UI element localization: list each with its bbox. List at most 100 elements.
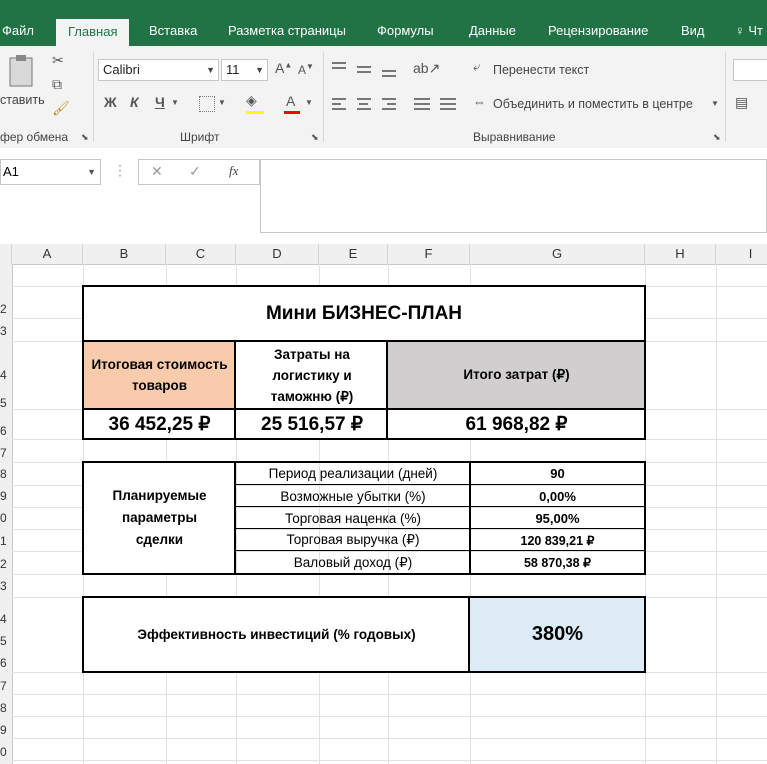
name-box-value: A1: [3, 164, 19, 179]
row-header[interactable]: 8: [0, 701, 12, 715]
alignment-group-label: Выравнивание: [473, 130, 556, 144]
font-size-select[interactable]: 11 ▼: [221, 59, 268, 81]
font-name-select[interactable]: Calibri ▼: [98, 59, 219, 81]
row-header[interactable]: 5: [0, 396, 12, 410]
format-painter-icon[interactable]: 🖌: [52, 100, 70, 117]
lightbulb-icon: ♀: [735, 23, 745, 38]
clipboard-launcher-icon[interactable]: ⬊: [81, 132, 89, 143]
chevron-down-icon[interactable]: ▼: [305, 98, 313, 107]
clipboard-group-label: фер обмена: [0, 130, 69, 144]
tab-view[interactable]: Вид: [681, 16, 705, 46]
row-header[interactable]: 9: [0, 489, 12, 503]
enter-icon[interactable]: ✓: [189, 163, 201, 180]
formula-input[interactable]: [260, 159, 767, 233]
chevron-down-icon: ▼: [206, 65, 215, 75]
ribbon: ставить ✂ ⧉ 🖌 фер обмена ⬊ Calibri ▼ 11 …: [0, 46, 767, 149]
align-middle-icon[interactable]: [357, 66, 371, 76]
column-header-c[interactable]: C: [166, 244, 236, 264]
row-header[interactable]: 4: [0, 368, 12, 382]
font-group-label: Шрифт: [180, 130, 220, 144]
more-options-icon: ⋮: [113, 162, 127, 178]
row-header[interactable]: 7: [0, 446, 12, 460]
title-bar: [0, 0, 767, 16]
borders-icon[interactable]: [199, 96, 215, 112]
increase-indent-icon[interactable]: [440, 98, 456, 113]
font-launcher-icon[interactable]: ⬊: [311, 132, 319, 143]
fill-color-icon[interactable]: ◈: [246, 92, 257, 109]
separator: [725, 52, 726, 142]
column-header-h[interactable]: H: [645, 244, 716, 264]
cancel-icon[interactable]: ✕: [151, 163, 163, 180]
underline-button[interactable]: Ч: [155, 94, 165, 110]
copy-icon[interactable]: ⧉: [52, 76, 62, 93]
chevron-down-icon: ▼: [255, 65, 264, 75]
row-header[interactable]: 2: [0, 557, 12, 571]
tab-insert[interactable]: Вставка: [149, 16, 197, 46]
column-header-g[interactable]: G: [470, 244, 645, 264]
number-format-select[interactable]: [733, 59, 767, 81]
name-box[interactable]: A1 ▼: [0, 159, 101, 185]
column-header-a[interactable]: A: [12, 244, 83, 264]
currency-icon[interactable]: ▤: [735, 94, 748, 111]
column-header-f[interactable]: F: [388, 244, 470, 264]
row-header[interactable]: 8: [0, 467, 12, 481]
row-header[interactable]: 0: [0, 511, 12, 525]
align-left-icon[interactable]: [332, 98, 346, 113]
tab-page-layout[interactable]: Разметка страницы: [228, 16, 346, 46]
insert-function-icon[interactable]: fx: [229, 163, 238, 179]
cut-icon[interactable]: ✂: [52, 52, 64, 69]
merge-center-button[interactable]: Объединить и поместить в центре: [493, 97, 693, 111]
alignment-launcher-icon[interactable]: ⬊: [713, 132, 721, 143]
wrap-text-button[interactable]: Перенести текст: [493, 63, 589, 77]
bold-button[interactable]: Ж: [104, 94, 117, 110]
row-header[interactable]: 6: [0, 424, 12, 438]
paste-icon: [9, 55, 33, 87]
separator: [93, 52, 94, 142]
orientation-icon[interactable]: ab↗: [413, 60, 440, 77]
row-header[interactable]: 0: [0, 745, 12, 759]
tell-me-icon[interactable]: ♀ Чт: [735, 16, 763, 46]
separator: [323, 52, 324, 142]
tab-file[interactable]: Файл: [2, 16, 34, 46]
row-header[interactable]: 3: [0, 324, 12, 338]
paste-button[interactable]: [4, 54, 38, 90]
row-header[interactable]: 6: [0, 656, 12, 670]
wrap-text-icon[interactable]: ⤶: [473, 59, 480, 75]
row-header[interactable]: 2: [0, 302, 12, 316]
align-bottom-icon[interactable]: [382, 70, 396, 80]
font-size-value: 11: [226, 62, 240, 77]
column-header-i[interactable]: I: [716, 244, 767, 264]
row-header[interactable]: 7: [0, 679, 12, 693]
tab-data[interactable]: Данные: [469, 16, 516, 46]
align-right-icon[interactable]: [382, 98, 396, 113]
ribbon-tabs: Файл Главная Вставка Разметка страницы Ф…: [0, 16, 767, 46]
chevron-down-icon: ▼: [87, 167, 96, 177]
chevron-down-icon[interactable]: ▼: [218, 98, 226, 107]
grow-font-icon[interactable]: A▲: [275, 60, 292, 76]
chevron-down-icon[interactable]: ▼: [171, 98, 179, 107]
column-header-b[interactable]: B: [83, 244, 166, 264]
tab-formulas[interactable]: Формулы: [377, 16, 434, 46]
align-center-icon[interactable]: [357, 98, 371, 113]
shrink-font-icon[interactable]: A▼: [298, 62, 314, 77]
chevron-down-icon[interactable]: ▼: [711, 99, 719, 108]
align-top-icon[interactable]: [332, 62, 346, 72]
row-header[interactable]: 9: [0, 723, 12, 737]
italic-button[interactable]: К: [130, 94, 139, 110]
column-header-d[interactable]: D: [236, 244, 319, 264]
tab-review[interactable]: Рецензирование: [548, 16, 648, 46]
font-color-bar: [284, 111, 300, 114]
font-color-icon[interactable]: A: [286, 93, 295, 109]
row-header[interactable]: 1: [0, 534, 12, 548]
formula-buttons: ✕ ✓ fx: [138, 159, 260, 185]
row-header[interactable]: 4: [0, 612, 12, 626]
select-all-corner[interactable]: [0, 244, 12, 264]
merge-center-icon[interactable]: ⇔: [473, 94, 486, 109]
row-header[interactable]: 5: [0, 634, 12, 648]
row-header[interactable]: 3: [0, 579, 12, 593]
font-name-value: Calibri: [103, 62, 140, 77]
tab-home[interactable]: Главная: [56, 19, 130, 46]
column-header-e[interactable]: E: [319, 244, 388, 264]
tab-tell-me: Чт: [748, 23, 763, 38]
decrease-indent-icon[interactable]: [414, 98, 430, 113]
